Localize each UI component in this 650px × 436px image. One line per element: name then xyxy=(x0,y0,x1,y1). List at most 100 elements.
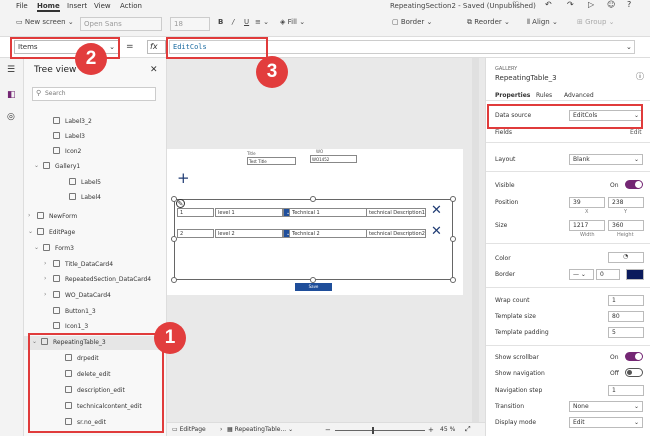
display-mode-dropdown[interactable]: Edit ⌄ xyxy=(569,417,643,428)
zoom-out-icon[interactable]: − xyxy=(325,426,331,434)
tree-item[interactable]: drpedit xyxy=(24,352,167,366)
add-icon[interactable]: + xyxy=(177,171,190,186)
tree-item[interactable]: ⌄ Gallery1 xyxy=(24,160,167,174)
tree-item[interactable]: description_edit xyxy=(24,384,167,398)
delete-icon[interactable]: ✕ xyxy=(431,203,442,218)
chevron-right-icon[interactable]: › xyxy=(44,260,46,267)
border-button[interactable]: ▢ Border ⌄ xyxy=(392,18,432,26)
fit-screen-icon[interactable]: ⤢ xyxy=(465,425,471,434)
sr-no-input[interactable]: 2 xyxy=(177,229,214,238)
tree-item[interactable]: Button1_3 xyxy=(24,305,167,319)
resize-handle[interactable] xyxy=(171,277,177,283)
transition-dropdown[interactable]: None ⌄ xyxy=(569,401,643,412)
width-input[interactable]: 1217 xyxy=(569,220,605,231)
user-icon[interactable]: ☺ xyxy=(607,0,615,9)
gallery-row[interactable]: 1 level 1 Technical 1 technical Description… xyxy=(177,208,427,217)
font-size-select[interactable]: 18 xyxy=(170,17,210,31)
menu-insert[interactable]: Insert xyxy=(67,2,87,10)
technical-input[interactable]: Technical 2 xyxy=(289,229,374,238)
resize-handle[interactable] xyxy=(310,196,316,202)
wo-field-input[interactable]: WO1452 xyxy=(310,155,357,163)
new-screen-button[interactable]: ▭ New screen ⌄ xyxy=(16,18,74,26)
height-input[interactable]: 360 xyxy=(608,220,644,231)
tree-item[interactable]: Icon2 xyxy=(24,145,167,159)
tab-advanced[interactable]: Advanced xyxy=(564,92,594,99)
data-source-dropdown[interactable]: EditCols ⌄ xyxy=(569,110,643,121)
tree-item[interactable]: › Title_DataCard4 xyxy=(24,258,167,272)
menu-view[interactable]: View xyxy=(94,2,111,10)
chevron-down-icon[interactable]: ⌄ xyxy=(28,228,33,235)
undo-icon[interactable]: ↶ xyxy=(545,0,552,9)
font-select[interactable]: Open Sans xyxy=(80,17,162,31)
screen-preview[interactable]: Title Test Title WO WO1452 + ✎ 1 level 1 T… xyxy=(167,149,463,295)
visible-toggle[interactable] xyxy=(625,180,643,189)
template-size-input[interactable]: 80 xyxy=(608,311,644,322)
title-field-input[interactable]: Test Title xyxy=(247,157,296,165)
edit-pencil-icon[interactable]: ✎ xyxy=(176,199,185,208)
wrap-count-input[interactable]: 1 xyxy=(608,295,644,306)
zoom-slider[interactable] xyxy=(335,430,425,431)
reorder-button[interactable]: ⧉ Reorder ⌄ xyxy=(467,18,510,27)
delete-icon[interactable]: ✕ xyxy=(431,224,442,239)
color-picker[interactable]: ◔ xyxy=(608,252,644,263)
technical-input[interactable]: Technical 1 xyxy=(289,208,374,217)
hamburger-icon[interactable]: ☰ xyxy=(7,65,15,75)
help-icon[interactable]: ⓘ xyxy=(636,71,644,82)
chevron-down-icon[interactable]: ⌄ xyxy=(32,338,37,345)
position-x-input[interactable]: 39 xyxy=(569,197,605,208)
chevron-down-icon[interactable]: ⌄ xyxy=(283,208,290,217)
menu-home[interactable]: Home xyxy=(37,2,60,12)
border-color-swatch[interactable] xyxy=(626,269,644,280)
fx-button[interactable]: fx xyxy=(147,40,166,54)
show-scrollbar-toggle[interactable] xyxy=(625,352,643,361)
save-button[interactable]: Save xyxy=(295,283,332,291)
underline-icon[interactable]: U xyxy=(244,18,249,26)
position-y-input[interactable]: 238 xyxy=(608,197,644,208)
canvas-scrollbar[interactable] xyxy=(472,58,479,422)
description-input[interactable]: technical Description1 xyxy=(366,208,426,217)
zoom-in-icon[interactable]: + xyxy=(428,426,434,434)
tree-item[interactable]: Label3_2 xyxy=(24,115,167,129)
tree-item[interactable]: sr.no_edit xyxy=(24,416,167,430)
formula-input[interactable]: EditCols xyxy=(169,40,635,54)
resize-handle[interactable] xyxy=(450,277,456,283)
zoom-slider-thumb[interactable] xyxy=(372,427,374,434)
tree-item[interactable]: Icon1_3 xyxy=(24,320,167,334)
fill-button[interactable]: ◈ Fill ⌄ xyxy=(280,18,305,26)
chevron-right-icon[interactable]: › xyxy=(44,275,46,282)
tree-item[interactable]: Label5 xyxy=(24,176,167,190)
group-button[interactable]: ⊞ Group ⌄ xyxy=(577,18,615,26)
tree-item[interactable]: › WO_DataCard4 xyxy=(24,289,167,303)
resize-handle[interactable] xyxy=(450,196,456,202)
template-padding-input[interactable]: 5 xyxy=(608,327,644,338)
chevron-down-icon[interactable]: ⌄ xyxy=(34,162,39,169)
search-input[interactable]: ⚲ Search xyxy=(32,87,156,101)
health-icon[interactable]: ♡ xyxy=(512,0,519,9)
tree-item[interactable]: ⌄ RepeatingTable_3 xyxy=(24,336,167,350)
border-width-input[interactable]: 0 xyxy=(596,269,620,280)
menu-action[interactable]: Action xyxy=(120,2,142,10)
gallery-row[interactable]: 2 level 2 Technical 2 technical Description… xyxy=(177,229,427,238)
layers-icon[interactable]: ◧ xyxy=(7,90,16,100)
control-tab[interactable]: ▦ RepeatingTable... ⌄ xyxy=(227,426,293,433)
chevron-down-icon[interactable]: ⌄ xyxy=(34,244,39,251)
layout-dropdown[interactable]: Blank ⌄ xyxy=(569,154,643,165)
tree-item[interactable]: › NewForm xyxy=(24,210,167,224)
tree-item[interactable]: › RepeatedSection_DataCard4 xyxy=(24,273,167,287)
border-style-dropdown[interactable]: — ⌄ xyxy=(569,269,594,280)
resize-handle[interactable] xyxy=(450,236,456,242)
description-input[interactable]: technical Description2 xyxy=(366,229,426,238)
tab-rules[interactable]: Rules xyxy=(536,92,552,99)
expand-formula-icon[interactable]: ⌄ xyxy=(626,43,632,51)
fields-edit-link[interactable]: Edit xyxy=(630,129,642,136)
tree-item[interactable]: delete_edit xyxy=(24,368,167,382)
play-icon[interactable]: ▷ xyxy=(588,0,594,9)
redo-icon[interactable]: ↷ xyxy=(567,0,574,9)
sr-no-input[interactable]: 1 xyxy=(177,208,214,217)
level-dropdown[interactable]: level 2 xyxy=(215,229,283,238)
level-dropdown[interactable]: level 1 xyxy=(215,208,283,217)
align-button[interactable]: ⫴ Align ⌄ xyxy=(527,18,558,27)
navigation-step-input[interactable]: 1 xyxy=(608,385,644,396)
chevron-right-icon[interactable]: › xyxy=(44,291,46,298)
bold-icon[interactable]: B xyxy=(218,18,223,26)
